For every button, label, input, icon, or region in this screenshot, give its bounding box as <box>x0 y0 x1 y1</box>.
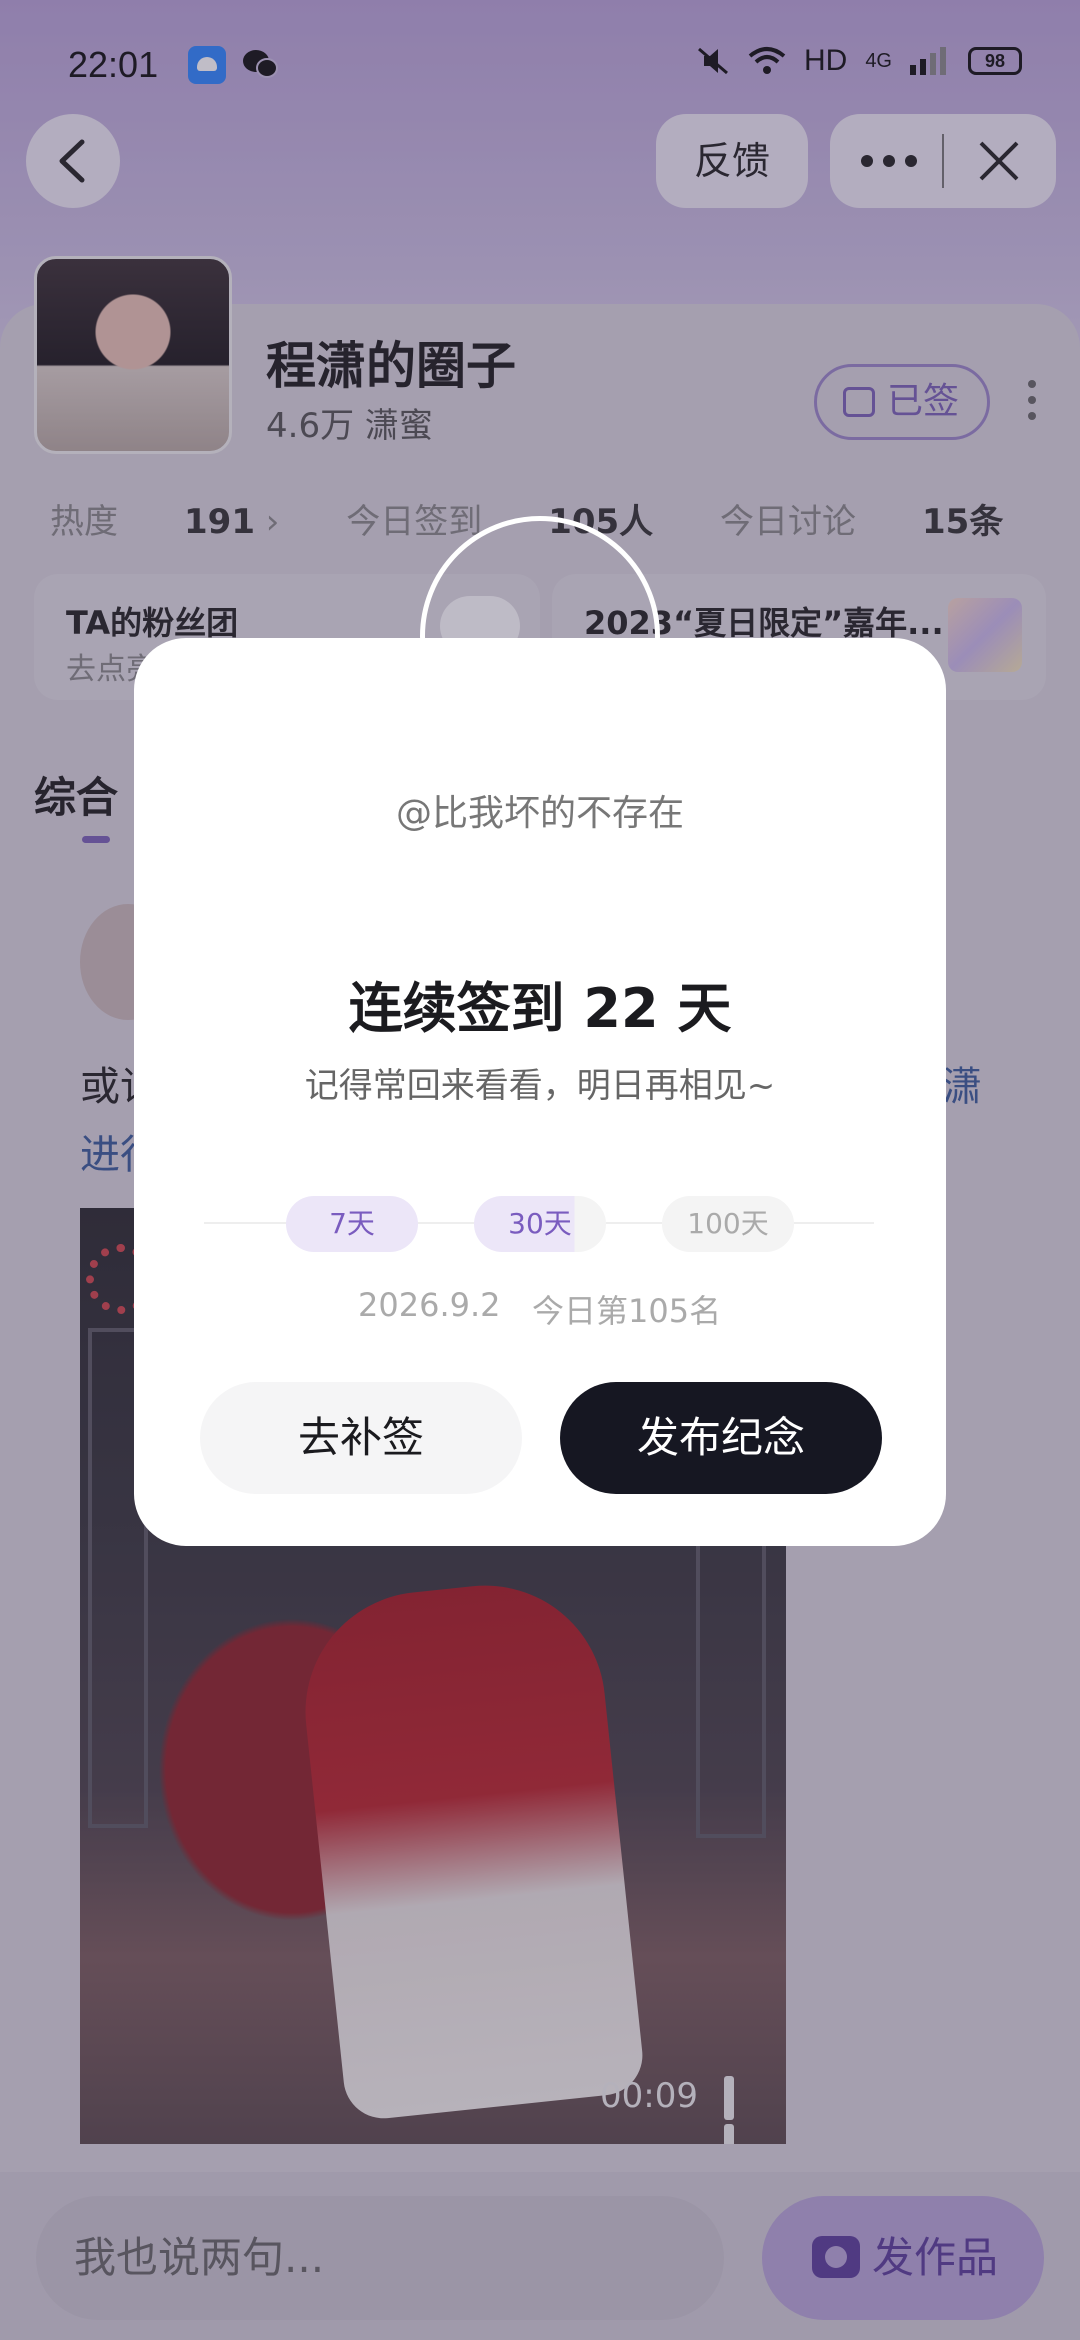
modal-subtitle: 记得常回来看看，明日再相见~ <box>304 1066 776 1106</box>
modal-title: 连续签到 22 天 <box>348 977 732 1040</box>
modal-username: @比我坏的不存在 <box>395 793 684 834</box>
milestone-7-days: 7天 <box>286 1196 418 1252</box>
makeup-checkin-button[interactable]: 去补签 <box>200 1382 522 1494</box>
checkin-date: 2026.9.2 <box>358 1286 501 1324</box>
publish-memorial-button[interactable]: 发布纪念 <box>560 1382 882 1494</box>
checkin-rank: 今日第105名 <box>532 1292 722 1330</box>
page: 22:01 HD 4G 98 反馈 程潇的圈子 4.6万 潇蜜 已签 热度 19… <box>0 0 1080 2340</box>
checkin-modal: @比我坏的不存在 连续签到 22 天 记得常回来看看，明日再相见~ 7天 30天… <box>134 638 946 1546</box>
milestone-100-days: 100天 <box>662 1196 794 1252</box>
milestone-30-days: 30天 <box>474 1196 606 1252</box>
